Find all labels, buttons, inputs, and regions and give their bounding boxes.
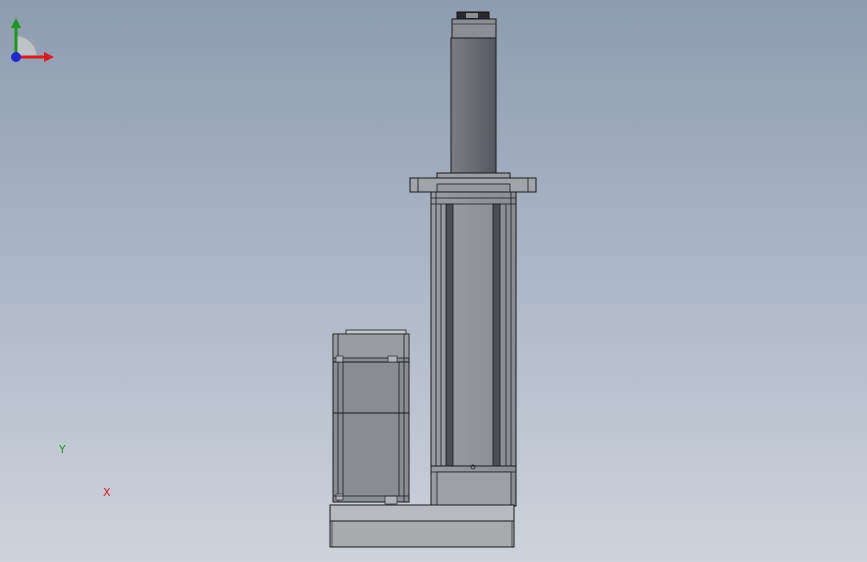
mounting-flange[interactable] — [409, 172, 537, 193]
model-view[interactable] — [0, 0, 867, 562]
motor[interactable] — [332, 329, 410, 505]
actuator-housing[interactable] — [430, 191, 517, 507]
z-axis-dot-icon — [11, 52, 21, 62]
reference-triad — [11, 18, 54, 62]
y-axis-label: Y — [59, 443, 66, 456]
piston-rod[interactable] — [450, 37, 497, 176]
base-plate[interactable] — [329, 504, 515, 548]
y-arrowhead-icon — [11, 18, 21, 28]
rod-end[interactable] — [451, 11, 497, 40]
graphics-viewport[interactable]: Y X — [0, 0, 867, 562]
x-arrowhead-icon — [44, 52, 54, 62]
x-axis-label: X — [103, 486, 111, 499]
